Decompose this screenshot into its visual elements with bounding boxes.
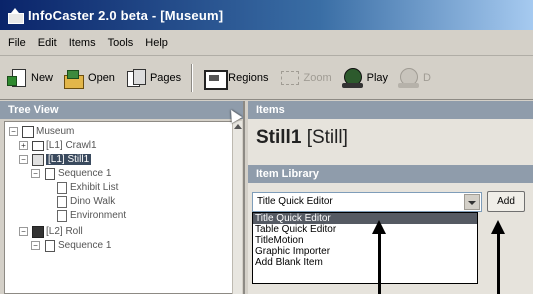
sequence-icon [43,167,55,180]
play-button[interactable]: Play [341,63,389,93]
menu-tools[interactable]: Tools [108,37,134,49]
tree-pane: Tree View − Museum + [L1] Crawl1 − [L1] … [0,101,245,294]
items-header: Items [248,101,533,119]
tree-node-label: Dino Walk [70,195,116,207]
stop-icon [398,67,420,89]
callout-arrowhead-add [491,220,505,234]
tree-node-label: [L1] Still1 [46,153,92,165]
tree-node-label: [L2] Roll [46,225,83,237]
dropdown-option[interactable]: Add Blank Item [253,257,477,268]
menu-help[interactable]: Help [145,37,168,49]
collapse-icon[interactable]: − [19,154,28,164]
regions-button-label: Regions [228,71,269,84]
tree-node-label: [L1] Crawl1 [46,139,97,151]
zoom-button-label: Zoom [303,71,332,84]
tree-node-crawl1[interactable]: + [L1] Crawl1 [19,138,97,152]
collapse-icon[interactable]: − [31,168,40,178]
item-library-selected-value: Title Quick Editor [257,196,333,207]
sequence-icon [43,239,55,252]
new-button-label: New [31,71,54,84]
new-icon [6,67,28,89]
page-icon [55,209,67,222]
toolbar: New Open Pages Regions Zoom Play D [0,56,533,100]
play-icon [341,67,364,89]
tree-node-museum[interactable]: − Museum [9,124,74,138]
play-button-label: Play [366,71,389,84]
zoom-button[interactable]: Zoom [279,63,332,93]
tree-node-sequence1[interactable]: − Sequence 1 [31,166,111,180]
stop-button-label: D [423,71,431,84]
tree-view: − Museum + [L1] Crawl1 − [L1] Still1 − S… [4,121,236,294]
dropdown-option[interactable]: Graphic Importer [253,246,477,257]
callout-arrowhead-dropdown [372,220,386,234]
tree-node-sequence1-roll[interactable]: − Sequence 1 [31,238,111,252]
open-button-label: Open [88,71,115,84]
toolbar-separator [191,63,194,92]
collapse-icon[interactable]: − [19,226,28,236]
tree-node-label: Sequence 1 [58,239,112,251]
new-button[interactable]: New [6,63,53,93]
item-title: Still1 [Still] [256,127,348,149]
dropdown-option[interactable]: Title Quick Editor [253,213,477,224]
pages-icon [125,67,147,89]
tree-node-dino-walk[interactable]: Dino Walk [55,194,115,208]
regions-button[interactable]: Regions [203,63,269,93]
item-library-dropdown: Title Quick Editor Table Quick Editor Ti… [252,212,478,284]
tree-node-exhibit-list[interactable]: Exhibit List [55,180,118,194]
add-button[interactable]: Add [487,191,525,212]
window-title: InfoCaster 2.0 beta - [Museum] [28,7,224,23]
chevron-down-icon[interactable] [464,194,480,210]
regions-icon [203,67,229,90]
still-icon [31,153,44,166]
menu-file[interactable]: File [8,37,26,49]
menu-edit[interactable]: Edit [38,37,57,49]
item-library-header: Item Library [248,165,533,183]
scroll-up-icon[interactable] [234,124,242,129]
expand-icon[interactable]: + [19,140,28,150]
open-icon [63,67,85,89]
callout-arrow-dropdown [378,234,381,294]
callout-arrow-add [497,234,500,294]
title-bar: InfoCaster 2.0 beta - [Museum] [0,0,533,30]
dropdown-option[interactable]: Table Quick Editor [253,224,477,235]
tree-view-header: Tree View [0,101,243,119]
tree-node-label: Environment [70,209,127,221]
tree-node-label: Museum [36,125,75,137]
project-icon [21,125,34,138]
tree-node-label: Exhibit List [70,181,119,193]
crawl-icon [31,139,44,151]
item-type: [Still] [306,127,348,148]
open-button[interactable]: Open [63,63,115,93]
menu-bar: File Edit Items Tools Help [0,30,533,56]
collapse-icon[interactable]: − [31,240,40,250]
app-window: InfoCaster 2.0 beta - [Museum] File Edit… [0,0,533,294]
pages-button[interactable]: Pages [125,63,181,93]
roll-icon [31,225,44,238]
tree-node-still1[interactable]: − [L1] Still1 [19,152,92,166]
page-icon [55,181,67,194]
menu-items[interactable]: Items [69,37,96,49]
page-icon [55,195,67,208]
tree-scrollbar[interactable] [232,121,242,294]
pages-button-label: Pages [149,71,182,84]
stop-button[interactable]: D [398,63,431,93]
items-pane: Items Still1 [Still] Item Library Title … [248,101,533,294]
zoom-icon [279,67,301,89]
tree-node-environment[interactable]: Environment [55,208,126,222]
app-icon [8,8,24,24]
dropdown-option[interactable]: TitleMotion [253,235,477,246]
collapse-icon[interactable]: − [9,126,18,136]
item-name: Still1 [256,127,302,148]
tree-node-roll[interactable]: − [L2] Roll [19,224,83,238]
item-library-select[interactable]: Title Quick Editor [252,192,482,212]
tree-node-label: Sequence 1 [58,167,112,179]
